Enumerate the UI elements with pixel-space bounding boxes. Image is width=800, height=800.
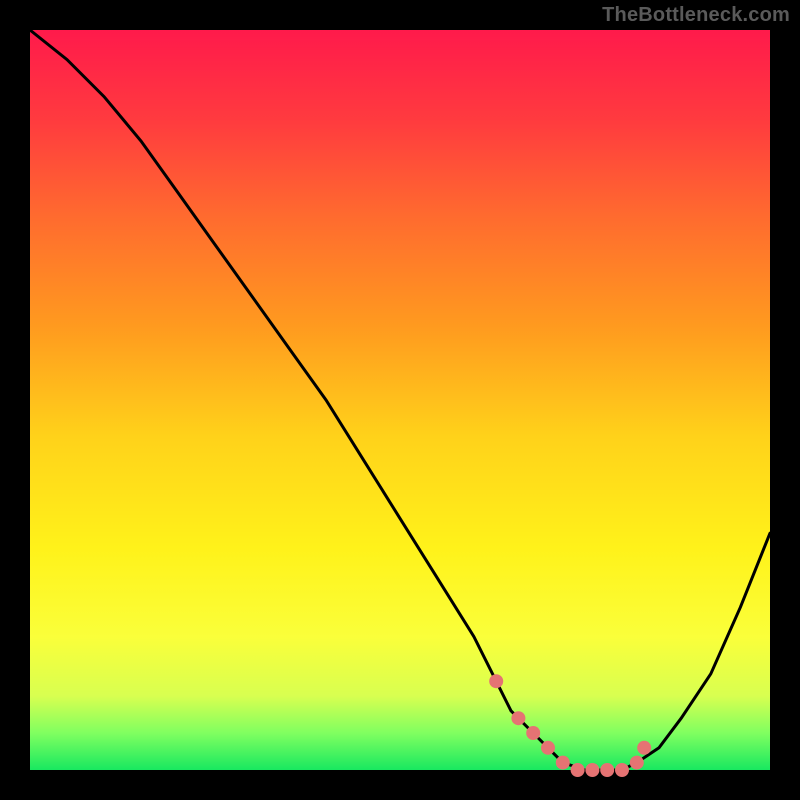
- highlight-dot: [615, 763, 629, 777]
- highlight-dot: [571, 763, 585, 777]
- highlight-dot: [526, 726, 540, 740]
- highlight-dot: [630, 756, 644, 770]
- chart-frame: TheBottleneck.com: [0, 0, 800, 800]
- highlight-dot: [637, 741, 651, 755]
- highlight-dot: [489, 674, 503, 688]
- highlight-dot: [541, 741, 555, 755]
- watermark-label: TheBottleneck.com: [602, 4, 790, 27]
- highlight-dot: [556, 756, 570, 770]
- highlight-dot: [585, 763, 599, 777]
- bottleneck-chart: [0, 0, 800, 800]
- highlight-dot: [511, 711, 525, 725]
- highlight-dot: [600, 763, 614, 777]
